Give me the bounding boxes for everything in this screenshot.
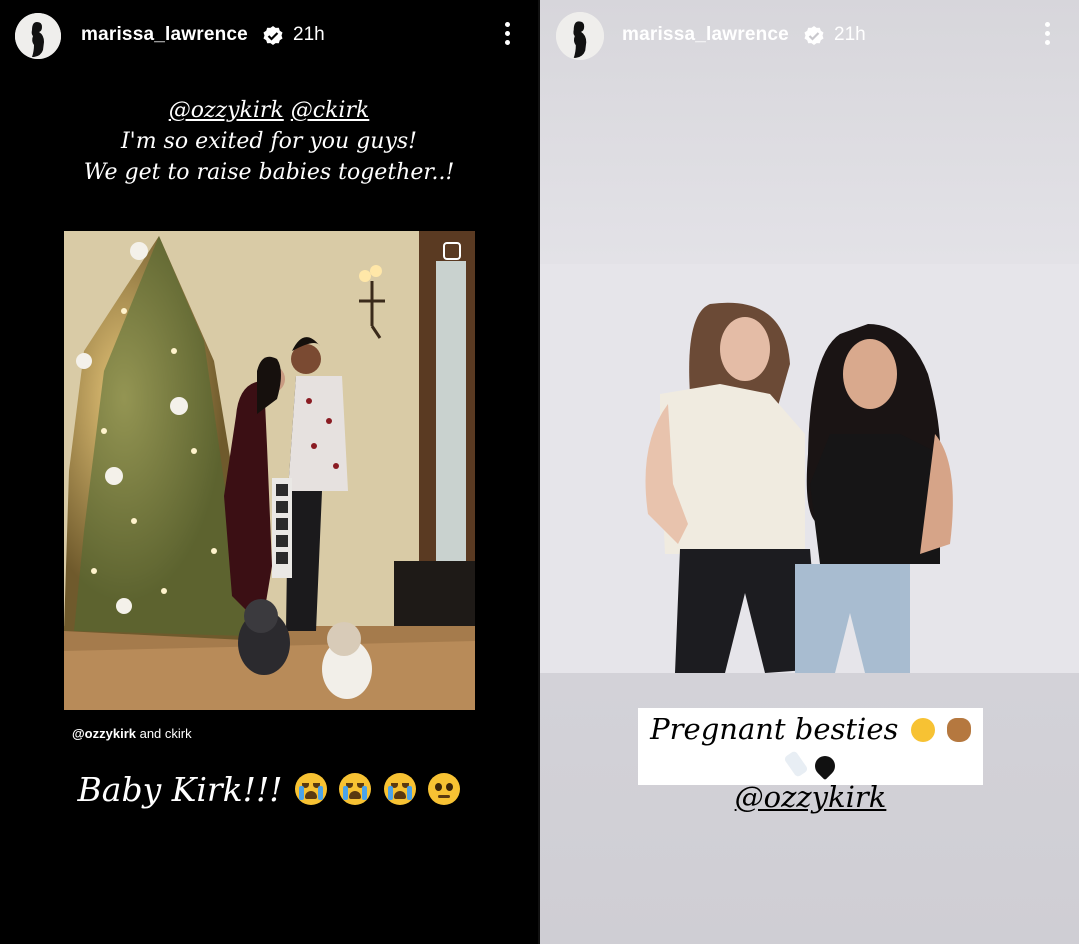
- embedded-post-credit[interactable]: @ozzykirk and ckirk: [72, 726, 192, 741]
- story-caption: @ozzykirk @ckirk I'm so exited for you g…: [0, 95, 538, 188]
- baby-bottle-icon: [783, 750, 809, 778]
- teddy-bear-icon: [946, 718, 971, 742]
- story-photo[interactable]: [540, 264, 1079, 673]
- loudly-crying-face-icon: [383, 773, 416, 805]
- story-left[interactable]: marissa_lawrence 21h @ozzykirk @ckirk I'…: [0, 0, 538, 944]
- credit-handle: @ozzykirk: [72, 726, 136, 741]
- pleading-face-icon: [428, 773, 461, 805]
- profile-avatar[interactable]: [556, 12, 604, 60]
- caption-line: I'm so exited for you guys!: [120, 129, 418, 154]
- text-sticker: Pregnant besties @ozzykirk: [638, 708, 983, 814]
- profile-avatar[interactable]: [15, 13, 61, 59]
- username[interactable]: marissa_lawrence: [81, 24, 248, 46]
- mention-link[interactable]: @ozzykirk: [638, 780, 983, 814]
- verified-badge-icon: [804, 26, 824, 45]
- story-header: marissa_lawrence 21h: [540, 0, 1079, 72]
- post-time: 21h: [293, 24, 325, 45]
- username[interactable]: marissa_lawrence: [622, 24, 789, 46]
- more-vertical-icon[interactable]: [1041, 22, 1053, 50]
- mention-link[interactable]: @ozzykirk: [169, 98, 284, 123]
- loudly-crying-face-icon: [339, 773, 372, 805]
- pleading-face-icon: [910, 718, 935, 742]
- sticker-text: Pregnant besties: [650, 712, 899, 746]
- credit-rest: and ckirk: [135, 726, 192, 741]
- story-right[interactable]: marissa_lawrence 21h Pregnant besties @o…: [540, 0, 1079, 944]
- more-vertical-icon[interactable]: [501, 22, 513, 50]
- embedded-post-photo[interactable]: [64, 231, 475, 710]
- black-heart-icon: [810, 751, 840, 781]
- verified-badge-icon: [263, 26, 283, 45]
- post-time: 21h: [834, 24, 866, 45]
- sticker-line: Pregnant besties: [638, 712, 983, 781]
- sticker-text: Baby Kirk!!!: [77, 770, 283, 809]
- caption-mentions: @ozzykirk @ckirk: [0, 95, 538, 126]
- mention-link[interactable]: @ckirk: [291, 98, 370, 123]
- loudly-crying-face-icon: [294, 773, 327, 805]
- text-sticker: Baby Kirk!!!: [0, 770, 538, 809]
- caption-line: We get to raise babies together..!: [83, 160, 455, 185]
- story-header: marissa_lawrence 21h: [0, 0, 538, 72]
